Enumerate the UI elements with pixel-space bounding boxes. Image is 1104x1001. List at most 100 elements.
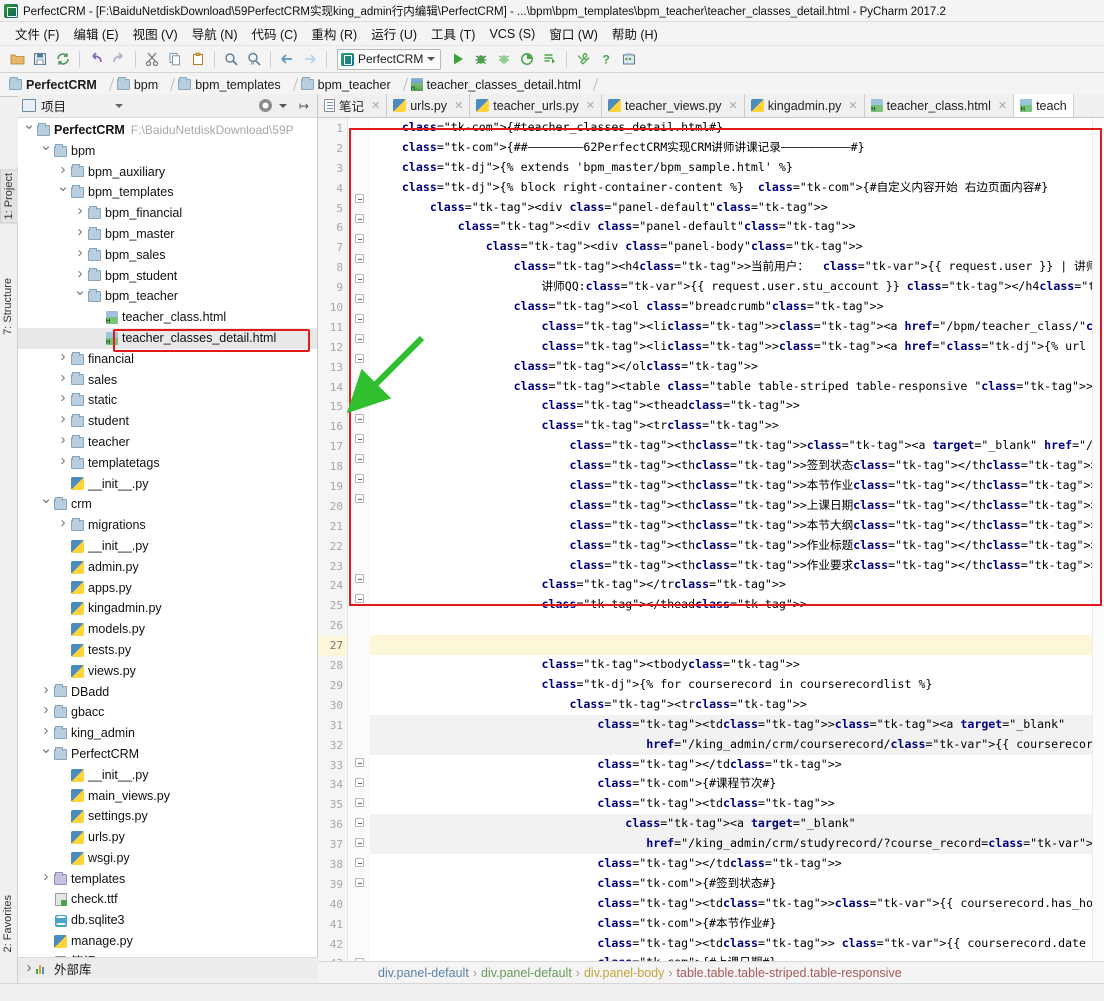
tree-row[interactable]: bpm_sales: [18, 245, 317, 266]
tree-row[interactable]: admin.py: [18, 557, 317, 578]
tree-row[interactable]: financial: [18, 349, 317, 370]
code-line[interactable]: class="tk-tag"><trclass="tk-tag">>: [370, 416, 1104, 436]
tree-row[interactable]: static: [18, 390, 317, 411]
breadcrumb-node-1[interactable]: div.panel-default: [481, 966, 572, 980]
chevron-right-icon[interactable]: [56, 349, 70, 370]
tree-row[interactable]: bpm: [18, 141, 317, 162]
tree-row[interactable]: main_views.py: [18, 786, 317, 807]
code-line[interactable]: class="tk-dj">{% block right-container-c…: [370, 178, 1104, 198]
settings-icon[interactable]: [572, 48, 594, 70]
tree-row[interactable]: models.py: [18, 619, 317, 640]
run-configuration-selector[interactable]: PerfectCRM: [337, 48, 442, 70]
close-icon[interactable]: ✕: [586, 99, 595, 112]
save-all-icon[interactable]: [29, 48, 51, 70]
code-line[interactable]: class="tk-tag"><table class="table table…: [370, 377, 1104, 397]
external-libraries-node[interactable]: 外部库: [18, 957, 318, 979]
breadcrumb-item-perfectcrm[interactable]: PerfectCRM: [6, 77, 100, 92]
code-line[interactable]: [370, 635, 1104, 656]
search-icon[interactable]: [220, 48, 242, 70]
gear-icon[interactable]: [258, 99, 272, 112]
forward-icon[interactable]: [299, 48, 321, 70]
tree-row[interactable]: migrations: [18, 515, 317, 536]
code-line[interactable]: class="tk-tag"><thclass="tk-tag">>本节作业cl…: [370, 476, 1104, 496]
menu-vcs[interactable]: VCS (S): [482, 25, 542, 43]
tree-row[interactable]: wsgi.py: [18, 848, 317, 869]
attach-icon[interactable]: [539, 48, 561, 70]
code-line[interactable]: href="/king_admin/crm/studyrecord/?cours…: [370, 834, 1104, 854]
fold-marker[interactable]: [355, 494, 364, 503]
breadcrumb-item-bpm[interactable]: bpm: [114, 77, 161, 92]
tree-row[interactable]: tests.py: [18, 640, 317, 661]
code-line[interactable]: class="tk-tag"></tdclass="tk-tag">>: [370, 755, 1104, 775]
code-line[interactable]: class="tk-tag"><a target="_blank": [370, 814, 1104, 835]
chevron-right-icon[interactable]: [22, 963, 36, 975]
editor-tab-urls-py[interactable]: urls.py ✕: [387, 94, 471, 117]
chevron-right-icon[interactable]: [56, 515, 70, 536]
chevron-down-icon[interactable]: [39, 141, 53, 162]
open-folder-icon[interactable]: [6, 48, 28, 70]
fold-marker[interactable]: [355, 838, 364, 847]
tree-row[interactable]: bpm_teacher: [18, 286, 317, 307]
code-line[interactable]: class="tk-tag"><theadclass="tk-tag">>: [370, 396, 1104, 416]
code-line[interactable]: class="tk-com">{##————————62PerfectCRM实现…: [370, 138, 1104, 158]
tree-row[interactable]: templatetags: [18, 453, 317, 474]
tree-row[interactable]: urls.py: [18, 827, 317, 848]
menu-refactor[interactable]: 重构 (R): [304, 22, 364, 45]
editor-tab-teacher-class-html[interactable]: teacher_class.html ✕: [864, 94, 1015, 117]
debug-icon[interactable]: [470, 48, 492, 70]
code-line[interactable]: class="tk-dj">{% for courserecord in cou…: [370, 675, 1104, 695]
tree-row[interactable]: views.py: [18, 661, 317, 682]
code-line[interactable]: class="tk-tag"><tdclass="tk-tag">>class=…: [370, 714, 1104, 735]
menu-tools[interactable]: 工具 (T): [424, 22, 482, 45]
tree-row[interactable]: kingadmin.py: [18, 598, 317, 619]
fold-marker[interactable]: [355, 818, 364, 827]
code-line[interactable]: class="tk-com">{#本节作业#}: [370, 914, 1104, 934]
editor-marker-strip[interactable]: [1092, 118, 1104, 961]
menu-view[interactable]: 视图 (V): [126, 22, 185, 45]
menu-code[interactable]: 代码 (C): [245, 22, 305, 45]
fold-marker[interactable]: [355, 294, 364, 303]
code-line[interactable]: class="tk-tag"><thclass="tk-tag">>本节大纲cl…: [370, 516, 1104, 536]
code-line[interactable]: class="tk-dj">{% extends 'bpm_master/bpm…: [370, 158, 1104, 178]
code-text-area[interactable]: class="tk-com">{#teacher_classes_detail.…: [370, 118, 1104, 961]
code-line[interactable]: class="tk-tag"><tdclass="tk-tag">>class=…: [370, 894, 1104, 914]
code-line[interactable]: class="tk-tag"></tdclass="tk-tag">>: [370, 854, 1104, 874]
fold-marker[interactable]: [355, 474, 364, 483]
chevron-down-icon[interactable]: [278, 103, 287, 108]
fold-marker[interactable]: [355, 234, 364, 243]
fold-marker[interactable]: [355, 214, 364, 223]
menu-help[interactable]: 帮助 (H): [605, 22, 665, 45]
fold-marker[interactable]: [355, 194, 364, 203]
breadcrumb-node-3[interactable]: table.table.table-striped.table-responsi…: [677, 966, 902, 980]
fold-marker[interactable]: [355, 574, 364, 583]
code-line[interactable]: class="tk-tag"></theadclass="tk-tag">>: [370, 595, 1104, 615]
code-line[interactable]: class="tk-tag"><div class="panel-default…: [370, 198, 1104, 218]
code-line[interactable]: class="tk-tag"><div class="panel-default…: [370, 217, 1104, 237]
tree-row[interactable]: bpm_financial: [18, 203, 317, 224]
paste-icon[interactable]: [187, 48, 209, 70]
breadcrumb-item-bpm-templates[interactable]: bpm_templates: [175, 77, 283, 92]
tree-row[interactable]: PerfectCRM F:\BaiduNetdiskDownload\59P: [18, 120, 317, 141]
code-line[interactable]: class="tk-tag"><tbodyclass="tk-tag">>: [370, 655, 1104, 675]
editor-tab-teacher-classes-detail-html[interactable]: teach: [1014, 94, 1074, 117]
fold-marker[interactable]: [355, 274, 364, 283]
editor-tab-teacher-views-py[interactable]: teacher_views.py ✕: [601, 94, 745, 117]
close-icon[interactable]: ✕: [454, 99, 463, 112]
fold-marker[interactable]: [355, 454, 364, 463]
fold-marker[interactable]: [355, 758, 364, 767]
copy-icon[interactable]: [164, 48, 186, 70]
run-icon[interactable]: [447, 48, 469, 70]
editor-tab-teacher-urls-py[interactable]: teacher_urls.py ✕: [470, 94, 602, 117]
tree-row[interactable]: apps.py: [18, 578, 317, 599]
fold-marker[interactable]: [355, 858, 364, 867]
fold-marker[interactable]: [355, 594, 364, 603]
tree-row[interactable]: PerfectCRM: [18, 744, 317, 765]
code-line[interactable]: class="tk-tag"><ol class="breadcrumb"cla…: [370, 297, 1104, 317]
tree-row[interactable]: gbacc: [18, 702, 317, 723]
code-line[interactable]: class="tk-tag"><thclass="tk-tag">>作业标题cl…: [370, 536, 1104, 556]
coverage-icon[interactable]: [493, 48, 515, 70]
sidebar-tab-favorites[interactable]: 2: Favorites: [0, 892, 18, 955]
tree-row[interactable]: king_admin: [18, 723, 317, 744]
chevron-right-icon[interactable]: [56, 370, 70, 391]
tree-row[interactable]: bpm_student: [18, 266, 317, 287]
